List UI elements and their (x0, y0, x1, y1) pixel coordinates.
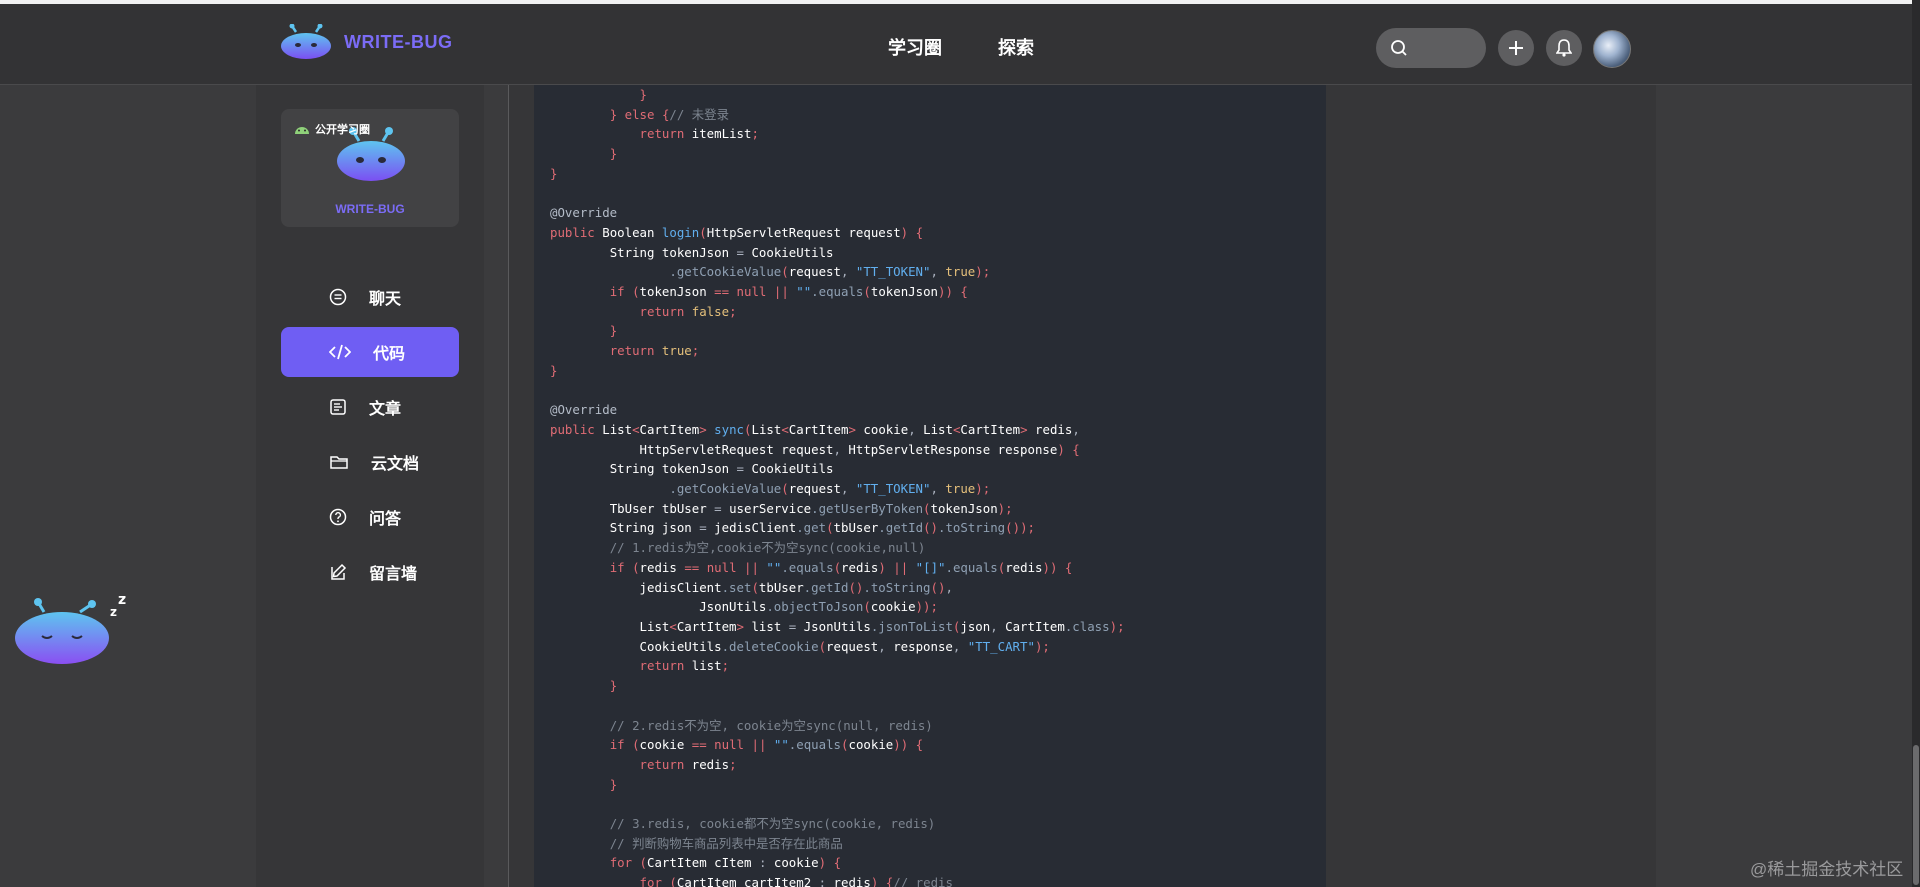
nav-explore[interactable]: 探索 (998, 34, 1034, 60)
bell-icon (1556, 39, 1572, 57)
edit-icon (331, 563, 347, 580)
code-line: String tokenJson = CookieUtils (609, 461, 834, 477)
code-line: List<CartItem> list = JsonUtils.jsonToLi… (639, 618, 1125, 634)
sidebar-item-label: 问答 (369, 511, 402, 528)
group-card[interactable]: 公开学习圈 WRITE-BUG (281, 109, 459, 227)
code-line: // 判断购物车商品列表中是否存在此商品 (609, 835, 843, 851)
code-line: HttpServletRequest request, HttpServletR… (639, 441, 1080, 457)
code-line: return list; (639, 658, 730, 674)
svg-text:z: z (118, 592, 126, 608)
article-icon (330, 399, 346, 415)
sidebar-item-cloud-docs[interactable]: 云文档 (281, 437, 459, 487)
top-navigation-bar: WRITE-BUG 学习圈 探索 (0, 4, 1912, 85)
svg-text:z: z (110, 605, 117, 619)
code-line: jedisClient.set(tbUser.getId().toString(… (639, 579, 953, 595)
code-block[interactable]: } } else {// 未登录 return itemList; }} @Ov… (534, 85, 1326, 887)
code-line: } (609, 678, 618, 694)
sidebar-item-message-wall[interactable]: 留言墙 (281, 547, 459, 597)
code-line: String tokenJson = CookieUtils (609, 244, 834, 260)
code-line: } else {// 未登录 (609, 106, 729, 122)
code-line: if (cookie == null || "".equals(cookie))… (609, 737, 924, 753)
code-line: } (550, 165, 558, 181)
brand-name: WRITE-BUG (344, 31, 453, 52)
sleeping-mascot-icon: z z (15, 592, 126, 664)
code-line: TbUser tbUser = userService.getUserByTok… (609, 500, 1013, 516)
floating-mascot[interactable]: z z (14, 590, 134, 675)
android-icon (295, 127, 309, 134)
folder-icon (330, 456, 348, 469)
code-line: if (redis == null || "".equals(redis) ||… (609, 559, 1073, 575)
code-line: @Override (550, 205, 618, 221)
write-bug-logo-icon (281, 24, 331, 59)
chat-icon (329, 288, 347, 306)
code-line: String json = jedisClient.get(tbUser.get… (609, 520, 1036, 536)
code-line: return redis; (639, 756, 737, 772)
sidebar-item-label: 留言墙 (369, 566, 418, 583)
add-button[interactable] (1498, 30, 1534, 66)
notifications-button[interactable] (1546, 30, 1582, 66)
group-logo-text: WRITE-BUG (335, 202, 405, 216)
code-content: } } else {// 未登录 return itemList; }} @Ov… (534, 85, 1125, 887)
code-line: } (609, 776, 618, 792)
plus-icon (1509, 41, 1523, 55)
code-line: return true; (609, 343, 700, 359)
code-line: public Boolean login(HttpServletRequest … (550, 224, 924, 240)
code-line: @Override (550, 402, 618, 418)
user-avatar[interactable] (1593, 30, 1631, 68)
question-icon (329, 508, 347, 526)
main-nav: 学习圈 探索 (888, 34, 1034, 60)
sidebar-item-label: 文章 (369, 401, 402, 418)
sidebar-item-label: 代码 (373, 346, 406, 363)
code-line: if (tokenJson == null || "".equals(token… (609, 284, 968, 300)
page-scrollbar[interactable] (1912, 0, 1920, 887)
code-line: return itemList; (639, 126, 759, 142)
scrollbar-thumb[interactable] (1913, 745, 1919, 885)
sidebar: 公开学习圈 WRITE-BUG 聊天 代码 文章 云文档 问答 留言墙 (256, 85, 484, 887)
right-panel (1352, 85, 1656, 887)
watermark: @稀土掘金技术社区 (1750, 860, 1904, 879)
sidebar-item-chat[interactable]: 聊天 (281, 272, 459, 322)
code-line: // 1.redis为空,cookie不为空sync(cookie,null) (609, 540, 926, 556)
group-badge-label: 公开学习圈 (315, 124, 370, 136)
sidebar-menu: 聊天 代码 文章 云文档 问答 留言墙 (281, 272, 459, 602)
code-line: public List<CartItem> sync(List<CartItem… (550, 421, 1080, 437)
search-icon (1391, 40, 1407, 56)
sidebar-item-code[interactable]: 代码 (281, 327, 459, 377)
code-line: .getCookieValue(request, "TT_TOKEN", tru… (669, 481, 991, 497)
code-line: for (CartItem cartItem2 : redis) {// red… (639, 875, 953, 887)
code-line: .getCookieValue(request, "TT_TOKEN", tru… (669, 264, 991, 280)
code-line: JsonUtils.objectToJson(cookie)); (699, 599, 938, 615)
brand[interactable]: WRITE-BUG (280, 24, 452, 60)
code-line: CookieUtils.deleteCookie(request, respon… (639, 638, 1050, 654)
code-line: return false; (639, 303, 737, 319)
code-line: } (639, 87, 647, 102)
sidebar-item-label: 聊天 (369, 291, 402, 308)
code-line: } (609, 323, 618, 339)
code-line: // 2.redis不为空, cookie为空sync(null, redis) (609, 717, 933, 733)
code-line: } (609, 146, 618, 162)
code-line: for (CartItem cItem : cookie) { (609, 855, 842, 871)
code-icon (329, 344, 351, 360)
sidebar-item-label: 云文档 (371, 456, 420, 473)
group-badge: 公开学习圈 (293, 121, 370, 137)
search-input[interactable] (1376, 28, 1486, 68)
sidebar-item-article[interactable]: 文章 (281, 382, 459, 432)
nav-learning-circle[interactable]: 学习圈 (888, 34, 942, 60)
code-line: } (550, 362, 558, 378)
code-line: // 3.redis, cookie都不为空sync(cookie, redis… (609, 816, 936, 832)
sidebar-item-qa[interactable]: 问答 (281, 492, 459, 542)
